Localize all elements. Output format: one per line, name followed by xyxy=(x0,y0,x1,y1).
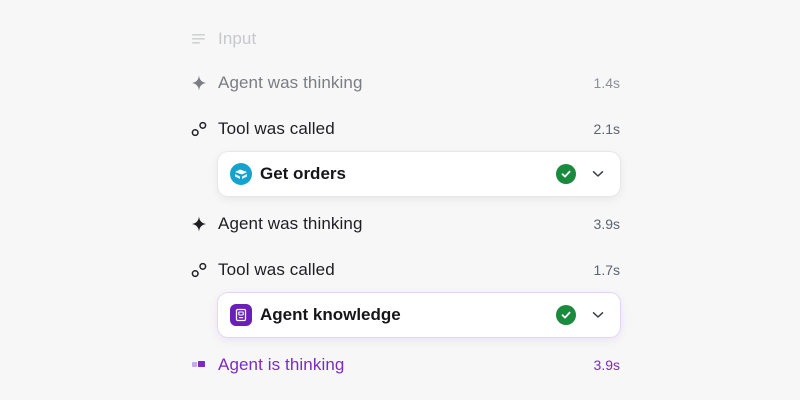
step-label: Input xyxy=(218,29,257,48)
lines-icon xyxy=(188,28,210,50)
knowledge-icon xyxy=(230,304,252,326)
step-label: Agent is thinking xyxy=(218,355,345,374)
step-duration: 1.7s xyxy=(593,262,620,278)
tool-card-get-orders[interactable]: Get orders xyxy=(218,152,620,196)
timeline-step-tool-call-1: Tool was called 2.1s xyxy=(188,114,620,144)
tool-link-icon xyxy=(188,118,210,140)
chevron-down-icon[interactable] xyxy=(590,166,606,182)
success-check-icon xyxy=(556,305,576,325)
timeline-step-thinking-active: Agent is thinking 3.9s xyxy=(188,350,620,380)
sparkle-icon xyxy=(188,213,210,235)
step-label: Tool was called xyxy=(218,260,335,279)
tool-card-agent-knowledge[interactable]: Agent knowledge xyxy=(218,293,620,337)
tool-link-icon xyxy=(188,259,210,281)
tool-name: Get orders xyxy=(260,164,346,183)
step-label: Tool was called xyxy=(218,119,335,138)
timeline-step-thinking-2: Agent was thinking 3.9s xyxy=(188,209,620,239)
timeline-step-thinking-1: Agent was thinking 1.4s xyxy=(188,68,620,98)
step-duration: 3.9s xyxy=(593,357,620,373)
step-duration: 1.4s xyxy=(593,75,620,91)
chevron-down-icon[interactable] xyxy=(590,307,606,323)
timeline-step-tool-call-2: Tool was called 1.7s xyxy=(188,255,620,285)
agent-run-timeline: Input Agent was thinking 1.4s Tool was c… xyxy=(188,0,620,400)
step-label: Agent was thinking xyxy=(218,214,363,233)
step-label: Agent was thinking xyxy=(218,73,363,92)
progress-icon xyxy=(188,354,210,376)
sparkle-icon xyxy=(188,72,210,94)
step-duration: 3.9s xyxy=(593,216,620,232)
tool-name: Agent knowledge xyxy=(260,305,401,324)
timeline-step-input: Input xyxy=(188,24,620,54)
success-check-icon xyxy=(556,164,576,184)
orders-icon xyxy=(230,163,252,185)
step-duration: 2.1s xyxy=(593,121,620,137)
